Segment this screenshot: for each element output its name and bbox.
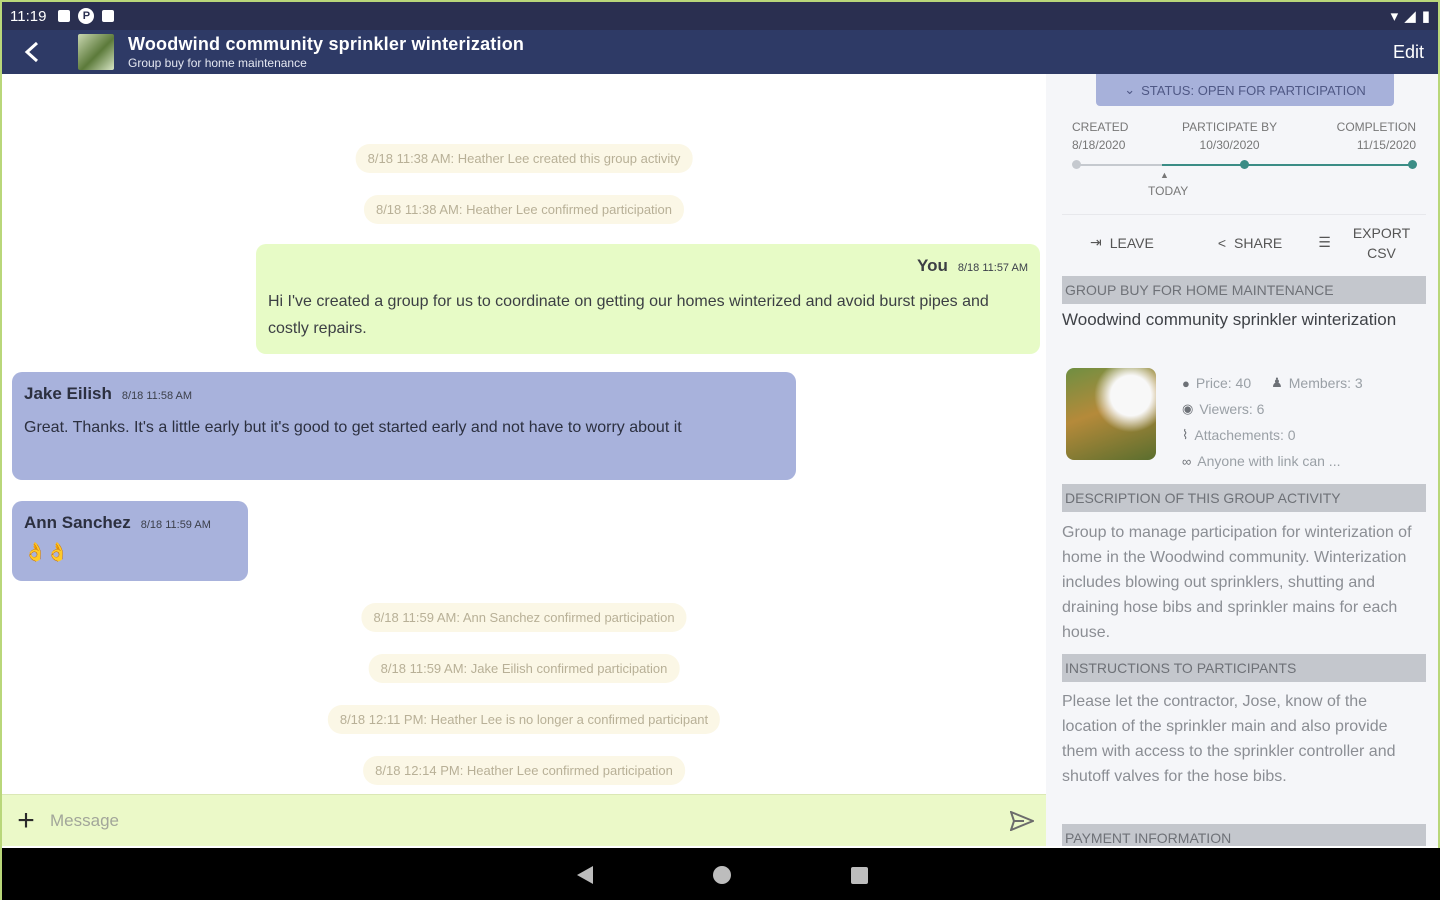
item-meta: ● Price: 40 ♟ Members: 3 ◉ Viewers: 6 ⌇ Atta…: [1182, 370, 1422, 474]
eye-icon: ◉: [1182, 401, 1194, 416]
message-input[interactable]: [50, 800, 998, 841]
viewers-value: Viewers: 6: [1199, 401, 1265, 417]
page-title: Woodwind community sprinkler winterizati…: [128, 34, 525, 54]
instructions-text: Please let the contractor, Jose, know of…: [1062, 693, 1396, 785]
notification-icon: [58, 10, 71, 22]
system-message: 8/18 11:59 AM: Ann Sanchez confirmed par…: [361, 603, 687, 632]
timeline-dot-participate: [1240, 160, 1249, 169]
status-badge: ⌄ STATUS: OPEN FOR PARTICIPATION: [1096, 74, 1394, 106]
wifi-icon: ▾: [1390, 8, 1399, 25]
back-arrow-icon[interactable]: [2, 30, 62, 74]
timeline-dot-completion: [1408, 160, 1417, 169]
members-value: Members: 3: [1288, 375, 1363, 391]
navigation-bar: [2, 848, 1440, 900]
send-icon[interactable]: [998, 795, 1046, 847]
message-bubble[interactable]: Jake Eilish 8/18 11:58 AM Great. Thanks.…: [12, 372, 796, 480]
price-icon: ●: [1182, 375, 1190, 391]
item-title: Woodwind community sprinkler winterizati…: [1062, 310, 1397, 329]
message-bubble[interactable]: Ann Sanchez 8/18 11:59 AM 👌👌: [12, 501, 248, 581]
system-message: 8/18 12:14 PM: Heather Lee confirmed par…: [363, 756, 685, 785]
today-marker-icon: ▲: [1160, 170, 1169, 180]
list-icon: ☰: [1318, 234, 1331, 250]
leave-icon: ⇥: [1090, 234, 1102, 250]
status-time: 11:19: [10, 7, 47, 25]
timeline-dot-created: [1072, 160, 1081, 169]
add-attachment-icon[interactable]: +: [2, 795, 50, 847]
chat-area[interactable]: 8/18 11:38 AM: Heather Lee created this …: [2, 74, 1046, 794]
message-input-bar: +: [2, 794, 1046, 846]
message-time: 8/18 11:59 AM: [140, 519, 211, 531]
sd-card-icon: [102, 10, 115, 22]
timeline-created-label: CREATED: [1072, 120, 1129, 134]
details-panel[interactable]: ⌄ STATUS: OPEN FOR PARTICIPATION CREATED…: [1046, 74, 1438, 846]
page-subtitle: Group buy for home maintenance: [128, 56, 307, 70]
message-sender: Ann Sanchez: [24, 513, 131, 532]
message-text: Hi I've created a group for us to coordi…: [268, 293, 989, 337]
message-sender: Jake Eilish: [24, 384, 112, 403]
timeline-today-label: TODAY: [1148, 184, 1189, 198]
attachment-icon: ⌇: [1182, 427, 1189, 442]
message-text: Great. Thanks. It's a little early but i…: [24, 419, 682, 436]
timeline-created-date: 8/18/2020: [1072, 138, 1126, 152]
system-message: 8/18 12:11 PM: Heather Lee is no longer …: [327, 705, 721, 734]
app-notification-icon: P: [78, 8, 95, 24]
group-thumbnail: [78, 34, 114, 70]
signal-icon: ◢: [1404, 8, 1416, 25]
export-csv-button[interactable]: ☰ EXPORT CSV: [1318, 223, 1410, 263]
link-icon: ∞: [1182, 453, 1192, 469]
leave-button[interactable]: ⇥ LEAVE: [1090, 234, 1154, 251]
attachments-value: Attachements: 0: [1194, 427, 1296, 443]
share-button[interactable]: < SHARE: [1218, 235, 1282, 251]
access-value: Anyone with link can ...: [1197, 453, 1341, 469]
system-message: 8/18 11:38 AM: Heather Lee created this …: [355, 144, 693, 173]
status-bar: 11:19 P ▾ ◢ ▮: [2, 2, 1438, 30]
message-bubble-own[interactable]: You 8/18 11:57 AM Hi I've created a grou…: [256, 244, 1040, 354]
timeline-participate-date: 10/30/2020: [1199, 138, 1260, 152]
message-emoji: 👌👌: [24, 542, 69, 562]
timeline-progress: [1162, 164, 1412, 166]
instructions-header: INSTRUCTIONS TO PARTICIPANTS: [1062, 654, 1426, 682]
payment-header: PAYMENT INFORMATION: [1062, 824, 1426, 846]
edit-button[interactable]: Edit: [1393, 42, 1424, 63]
message-sender: You: [917, 256, 948, 275]
message-time: 8/18 11:58 AM: [121, 390, 193, 402]
group-type-header: GROUP BUY FOR HOME MAINTENANCE: [1062, 276, 1426, 304]
timeline-participate-label: PARTICIPATE BY: [1182, 120, 1278, 134]
share-icon: <: [1217, 234, 1227, 251]
description-text: Group to manage participation for winter…: [1062, 524, 1412, 641]
app-bar: Woodwind community sprinkler winterizati…: [2, 30, 1438, 74]
timeline-completion-date: 11/15/2020: [1356, 138, 1416, 152]
members-icon: ♟: [1271, 375, 1283, 390]
system-message: 8/18 11:38 AM: Heather Lee confirmed par…: [363, 195, 685, 224]
battery-icon: ▮: [1421, 8, 1430, 25]
chevron-down-icon: ⌄: [1124, 82, 1136, 97]
description-header: DESCRIPTION OF THIS GROUP ACTIVITY: [1062, 484, 1426, 512]
system-message: 8/18 11:59 AM: Jake Eilish confirmed par…: [368, 654, 680, 683]
item-image: [1066, 368, 1156, 460]
price-value: Price: 40: [1195, 375, 1252, 391]
nav-home-icon[interactable]: [712, 866, 731, 884]
action-bar: ⇥ LEAVE < SHARE ☰ EXPORT CSV: [1062, 214, 1426, 270]
nav-recents-icon[interactable]: [850, 866, 868, 884]
timeline-completion-label: COMPLETION: [1336, 120, 1416, 134]
nav-back-icon[interactable]: [576, 866, 593, 884]
message-time: 8/18 11:57 AM: [957, 262, 1028, 274]
